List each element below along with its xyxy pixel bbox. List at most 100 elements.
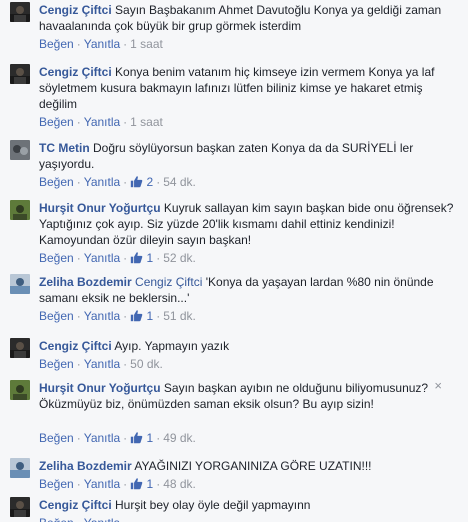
comment-body: Hurşit Onur Yoğurtçu Kuyruk sallayan kim… <box>39 200 454 248</box>
separator-dot: · <box>156 431 161 445</box>
separator-dot: · <box>76 37 81 51</box>
separator-dot: · <box>76 309 81 323</box>
avatar[interactable] <box>10 497 30 517</box>
comment-actions: Beğen · Yanıtla · 1 saat <box>39 114 163 130</box>
comment-timestamp[interactable]: 1 saat <box>130 115 163 129</box>
like-count[interactable]: 1 <box>143 431 154 445</box>
separator-dot: · <box>76 431 81 445</box>
comment-body: Cengiz Çiftci Konya benim vatanım hiç ki… <box>39 64 454 112</box>
avatar[interactable] <box>10 458 30 478</box>
separator-dot: · <box>76 357 81 371</box>
thumbs-up-icon[interactable] <box>130 431 143 445</box>
avatar[interactable] <box>10 200 30 220</box>
separator-dot: · <box>123 115 128 129</box>
comment-text: Doğru söylüyorsun başkan zaten Konya da … <box>39 141 414 171</box>
like-link[interactable]: Beğen <box>39 37 74 51</box>
thumbs-up-icon[interactable] <box>130 175 143 189</box>
comment-body: Zeliha Bozdemir Cengiz Çiftci 'Konya da … <box>39 274 454 306</box>
comment-timestamp[interactable]: 49 dk. <box>163 431 196 445</box>
separator-dot: · <box>76 115 81 129</box>
reply-link[interactable]: Yanıtla <box>84 175 120 189</box>
comment-actions: Beğen·Yanıtla <box>39 515 120 522</box>
thumbs-up-icon[interactable] <box>130 251 143 265</box>
avatar[interactable] <box>10 2 30 22</box>
comment-text: Ayıp. Yapmayın yazık <box>114 339 230 353</box>
comment-mention[interactable]: Cengiz Çiftci <box>135 275 202 289</box>
like-link[interactable]: Beğen <box>39 175 74 189</box>
reply-link[interactable]: Yanıtla <box>84 431 120 445</box>
comment-author[interactable]: Zeliha Bozdemir <box>39 275 132 289</box>
reply-link[interactable]: Yanıtla <box>84 477 120 491</box>
avatar[interactable] <box>10 64 30 84</box>
close-icon[interactable]: × <box>434 379 442 392</box>
comment-thread: Cengiz Çiftci Sayın Başbakanım Ahmet Dav… <box>0 0 468 522</box>
comment-author[interactable]: Cengiz Çiftci <box>39 498 112 512</box>
comment-timestamp[interactable]: 1 saat <box>130 37 163 51</box>
comment-actions: Beğen · Yanıtla · 1 · 52 dk. <box>39 250 196 266</box>
like-link[interactable]: Beğen <box>39 251 74 265</box>
like-count[interactable]: 1 <box>143 251 154 265</box>
separator-dot: · <box>76 175 81 189</box>
comment-body: Cengiz Çiftci Hurşit bey olay öyle değil… <box>39 497 454 513</box>
like-link[interactable]: Beğen <box>39 309 74 323</box>
comment-actions: Beğen · Yanıtla · 1 · 51 dk. <box>39 308 196 324</box>
reply-link[interactable]: Yanıtla <box>84 357 120 371</box>
like-count[interactable]: 1 <box>143 309 154 323</box>
reply-link[interactable]: Yanıtla <box>84 115 120 129</box>
separator-dot: · <box>123 175 128 189</box>
comment-body: TC Metin Doğru söylüyorsun başkan zaten … <box>39 140 454 172</box>
comment-author[interactable]: Hurşit Onur Yoğurtçu <box>39 381 161 395</box>
like-count[interactable]: 1 <box>143 477 154 491</box>
comment-author[interactable]: Zeliha Bozdemir <box>39 459 132 473</box>
separator-dot: · <box>74 516 84 522</box>
like-count[interactable]: 2 <box>143 175 154 189</box>
reply-link[interactable]: Yanıtla <box>84 309 120 323</box>
comment-author[interactable]: Hurşit Onur Yoğurtçu <box>39 201 161 215</box>
separator-dot: · <box>76 251 81 265</box>
separator-dot: · <box>76 477 81 491</box>
like-link[interactable]: Beğen <box>39 115 74 129</box>
comment-author[interactable]: Cengiz Çiftci <box>39 339 112 353</box>
thumbs-up-icon[interactable] <box>130 477 143 491</box>
separator-dot: · <box>156 251 161 265</box>
comment-author[interactable]: TC Metin <box>39 141 90 155</box>
comment-actions: Beğen · Yanıtla · 50 dk. <box>39 356 163 372</box>
separator-dot: · <box>123 37 128 51</box>
comment-actions: Beğen · Yanıtla · 1 saat <box>39 36 163 52</box>
comment-author[interactable]: Cengiz Çiftci <box>39 65 112 79</box>
comment-timestamp[interactable]: 50 dk. <box>130 357 163 371</box>
comment-body: Hurşit Onur Yoğurtçu Sayın başkan ayıbın… <box>39 380 454 412</box>
separator-dot: · <box>123 477 128 491</box>
avatar[interactable] <box>10 338 30 358</box>
separator-dot: · <box>156 477 161 491</box>
comment-timestamp[interactable]: 52 dk. <box>163 251 196 265</box>
comment-timestamp[interactable]: 54 dk. <box>163 175 196 189</box>
comment-body: Cengiz Çiftci Sayın Başbakanım Ahmet Dav… <box>39 2 454 34</box>
thumbs-up-icon[interactable] <box>130 309 143 323</box>
comment-body: Cengiz Çiftci Ayıp. Yapmayın yazık <box>39 338 454 354</box>
comment-text: AYAĞINIZI YORGANINIZA GÖRE UZATIN!!! <box>134 459 372 473</box>
separator-dot: · <box>123 431 128 445</box>
like-link[interactable]: Beğen <box>39 516 74 522</box>
like-link[interactable]: Beğen <box>39 357 74 371</box>
comment-timestamp[interactable]: 48 dk. <box>163 477 196 491</box>
avatar[interactable] <box>10 380 30 400</box>
reply-link[interactable]: Yanıtla <box>84 37 120 51</box>
separator-dot: · <box>123 251 128 265</box>
separator-dot: · <box>156 175 161 189</box>
comment-actions: Beğen · Yanıtla · 2 · 54 dk. <box>39 174 196 190</box>
reply-link[interactable]: Yanıtla <box>84 516 120 522</box>
comment-body: Zeliha Bozdemir AYAĞINIZI YORGANINIZA GÖ… <box>39 458 454 474</box>
like-link[interactable]: Beğen <box>39 431 74 445</box>
reply-link[interactable]: Yanıtla <box>84 251 120 265</box>
avatar[interactable] <box>10 140 30 160</box>
comment-author[interactable]: Cengiz Çiftci <box>39 3 112 17</box>
comment-text: Hurşit bey olay öyle değil yapmayınn <box>115 498 311 512</box>
separator-dot: · <box>156 309 161 323</box>
avatar[interactable] <box>10 274 30 294</box>
like-link[interactable]: Beğen <box>39 477 74 491</box>
separator-dot: · <box>123 309 128 323</box>
comment-actions: Beğen · Yanıtla · 1 · 48 dk. <box>39 476 196 492</box>
comment-timestamp[interactable]: 51 dk. <box>163 309 196 323</box>
separator-dot: · <box>123 357 128 371</box>
